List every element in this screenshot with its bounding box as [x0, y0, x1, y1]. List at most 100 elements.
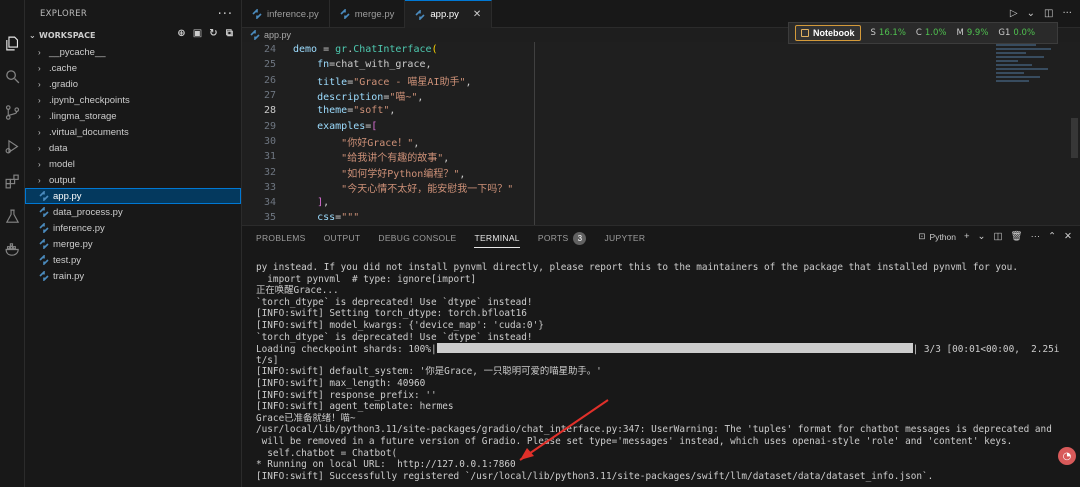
file-item[interactable]: merge.py [25, 236, 241, 252]
run-debug-icon[interactable] [3, 137, 22, 156]
chevron-down-icon[interactable]: ⌄ [978, 231, 986, 242]
chevron-right-icon: › [38, 79, 41, 89]
tab-label: merge.py [354, 8, 395, 20]
panel-tab-ports[interactable]: PORTS 3 [538, 226, 587, 250]
line-number: 34 [263, 197, 276, 209]
file-item[interactable]: data_process.py [25, 204, 241, 220]
docker-icon[interactable] [3, 240, 22, 259]
terminal-line: 正在唤醒Grace... [256, 285, 1070, 297]
terminal-line: [INFO:swift] response_prefix: '' [256, 390, 1070, 402]
close-icon[interactable]: ✕ [1064, 231, 1072, 242]
source-control-icon[interactable] [3, 103, 22, 122]
more-actions-icon[interactable]: ··· [1062, 8, 1072, 19]
folder-item[interactable]: › .ipynb_checkpoints [25, 92, 241, 108]
trash-icon[interactable]: 🗑 [1011, 231, 1023, 242]
terminal-line-text: t/s] [256, 354, 279, 366]
code-line[interactable]: 31 "给我讲个有趣的故事", [242, 149, 1080, 164]
progress-suffix: | 3/3 [00:01<00:00, 2.25i [912, 344, 1060, 355]
stat-value: 0.0% [1013, 28, 1036, 38]
new-file-icon[interactable]: ⊕ [176, 28, 187, 39]
breadcrumb[interactable]: app.py [250, 28, 291, 42]
run-icon[interactable]: ▷ [1010, 8, 1018, 19]
maximize-icon[interactable]: ⌃ [1048, 231, 1056, 242]
folder-item[interactable]: › data [25, 140, 241, 156]
workspace-label: WORKSPACE [39, 30, 96, 40]
new-folder-icon[interactable]: ▣ [192, 28, 203, 39]
code-line[interactable]: 28 theme="soft", [242, 103, 1080, 118]
extensions-icon[interactable] [3, 172, 22, 191]
panel-tab-jupyter[interactable]: JUPYTER [604, 226, 645, 250]
folder-item[interactable]: › model [25, 156, 241, 172]
more-actions-icon[interactable]: ··· [1031, 231, 1041, 242]
editor-tab[interactable]: app.py ✕ [405, 0, 493, 28]
close-icon[interactable]: ✕ [473, 9, 481, 20]
code-editor[interactable]: 24 demo = gr.ChatInterface(25 fn=chat_wit… [242, 42, 1080, 225]
terminal-line-text: `torch_dtype` is deprecated! Use `dtype`… [256, 331, 533, 343]
folder-item[interactable]: › output [25, 172, 241, 188]
collapse-all-icon[interactable]: ⧉ [224, 28, 235, 39]
file-item[interactable]: test.py [25, 252, 241, 268]
terminal-line: [INFO:swift] default_system: '你是Grace, 一… [256, 366, 1070, 378]
terminal-line-text: Grace已准备就绪！喵~ [256, 412, 356, 424]
editor-scrollbar[interactable] [1071, 118, 1078, 158]
explorer-title: EXPLORER [40, 9, 88, 19]
python-file-icon [38, 255, 49, 266]
workspace-section[interactable]: ⌄ WORKSPACE ⊕ ▣ ↻ ⧉ [25, 28, 241, 42]
more-actions-icon[interactable]: ··· [218, 7, 233, 22]
file-item[interactable]: app.py [25, 188, 241, 204]
terminal-output[interactable]: py instead. If you did not install pynvm… [256, 262, 1070, 482]
folder-item[interactable]: › .lingma_storage [25, 108, 241, 124]
python-file-icon [38, 191, 49, 202]
code-line[interactable]: 24 demo = gr.ChatInterface( [242, 42, 1080, 57]
code-line[interactable]: 29 examples=[ [242, 118, 1080, 133]
split-editor-icon[interactable]: ◫ [1044, 8, 1053, 19]
code-line[interactable]: 26 title="Grace - 喵星AI助手", [242, 73, 1080, 88]
terminal-line: `torch_dtype` is deprecated! Use `dtype`… [256, 332, 1070, 344]
line-number: 27 [263, 90, 276, 102]
code-line[interactable]: 32 "如何学好Python编程？", [242, 164, 1080, 180]
terminal-line: Grace已准备就绪！喵~ [256, 413, 1070, 425]
terminal-line-text: [INFO:swift] model_kwargs: {'device_map'… [256, 319, 544, 331]
editor-tab[interactable]: inference.py [242, 0, 330, 28]
folder-item[interactable]: › .virtual_documents [25, 124, 241, 140]
panel-tab-problems[interactable]: PROBLEMS [256, 226, 306, 250]
line-number: 26 [263, 74, 276, 86]
split-terminal-icon[interactable]: ◫ [994, 231, 1003, 242]
code-line[interactable]: 27 description="喵~", [242, 88, 1080, 103]
minimap[interactable] [996, 44, 1066, 104]
search-icon[interactable] [3, 67, 22, 86]
terminal-line-text: import pynvml # type: ignore[import] [256, 273, 477, 285]
panel-tab-output[interactable]: OUTPUT [324, 226, 361, 250]
terminal-selector[interactable]: ⊡ Python [918, 231, 956, 242]
python-file-icon [250, 30, 260, 40]
code-line[interactable]: 33 "今天心情不太好，能安慰我一下吗？" [242, 180, 1080, 195]
chevron-down-icon[interactable]: ⌄ [1027, 8, 1035, 19]
terminal-line: `torch_dtype` is deprecated! Use `dtype`… [256, 297, 1070, 309]
explorer-icon[interactable] [3, 34, 22, 53]
refresh-icon[interactable]: ↻ [208, 28, 219, 39]
file-item[interactable]: train.py [25, 268, 241, 284]
folder-item[interactable]: › .gradio [25, 76, 241, 92]
ports-count-badge: 3 [573, 231, 587, 245]
bottom-panel: PROBLEMS OUTPUT DEBUG CONSOLE TERMINAL PORTS… [242, 225, 1080, 487]
code-text: theme="soft", [317, 105, 396, 117]
tree-item-label: test.py [53, 254, 81, 266]
watermark-logo: ◔ [1058, 447, 1076, 465]
code-line[interactable]: 35 css=""" [242, 210, 1080, 225]
testing-icon[interactable] [3, 207, 22, 226]
editor-tab[interactable]: merge.py [330, 0, 406, 28]
notebook-button[interactable]: Notebook [795, 25, 861, 41]
folder-item[interactable]: › __pycache__ [25, 44, 241, 60]
tree-item-label: merge.py [53, 238, 93, 250]
terminal-line-text: Loading checkpoint shards: 100%| [256, 344, 437, 355]
folder-item[interactable]: › .cache [25, 60, 241, 76]
code-line[interactable]: 34 ], [242, 195, 1080, 210]
file-item[interactable]: inference.py [25, 220, 241, 236]
code-line[interactable]: 30 "你好Grace！", [242, 134, 1080, 149]
panel-tab-debug-console[interactable]: DEBUG CONSOLE [378, 226, 456, 250]
line-number: 28 [263, 105, 276, 117]
activity-bar [0, 0, 25, 487]
add-terminal-icon[interactable]: + [964, 231, 970, 242]
code-line[interactable]: 25 fn=chat_with_grace, [242, 57, 1080, 72]
panel-tab-terminal[interactable]: TERMINAL [474, 226, 521, 250]
